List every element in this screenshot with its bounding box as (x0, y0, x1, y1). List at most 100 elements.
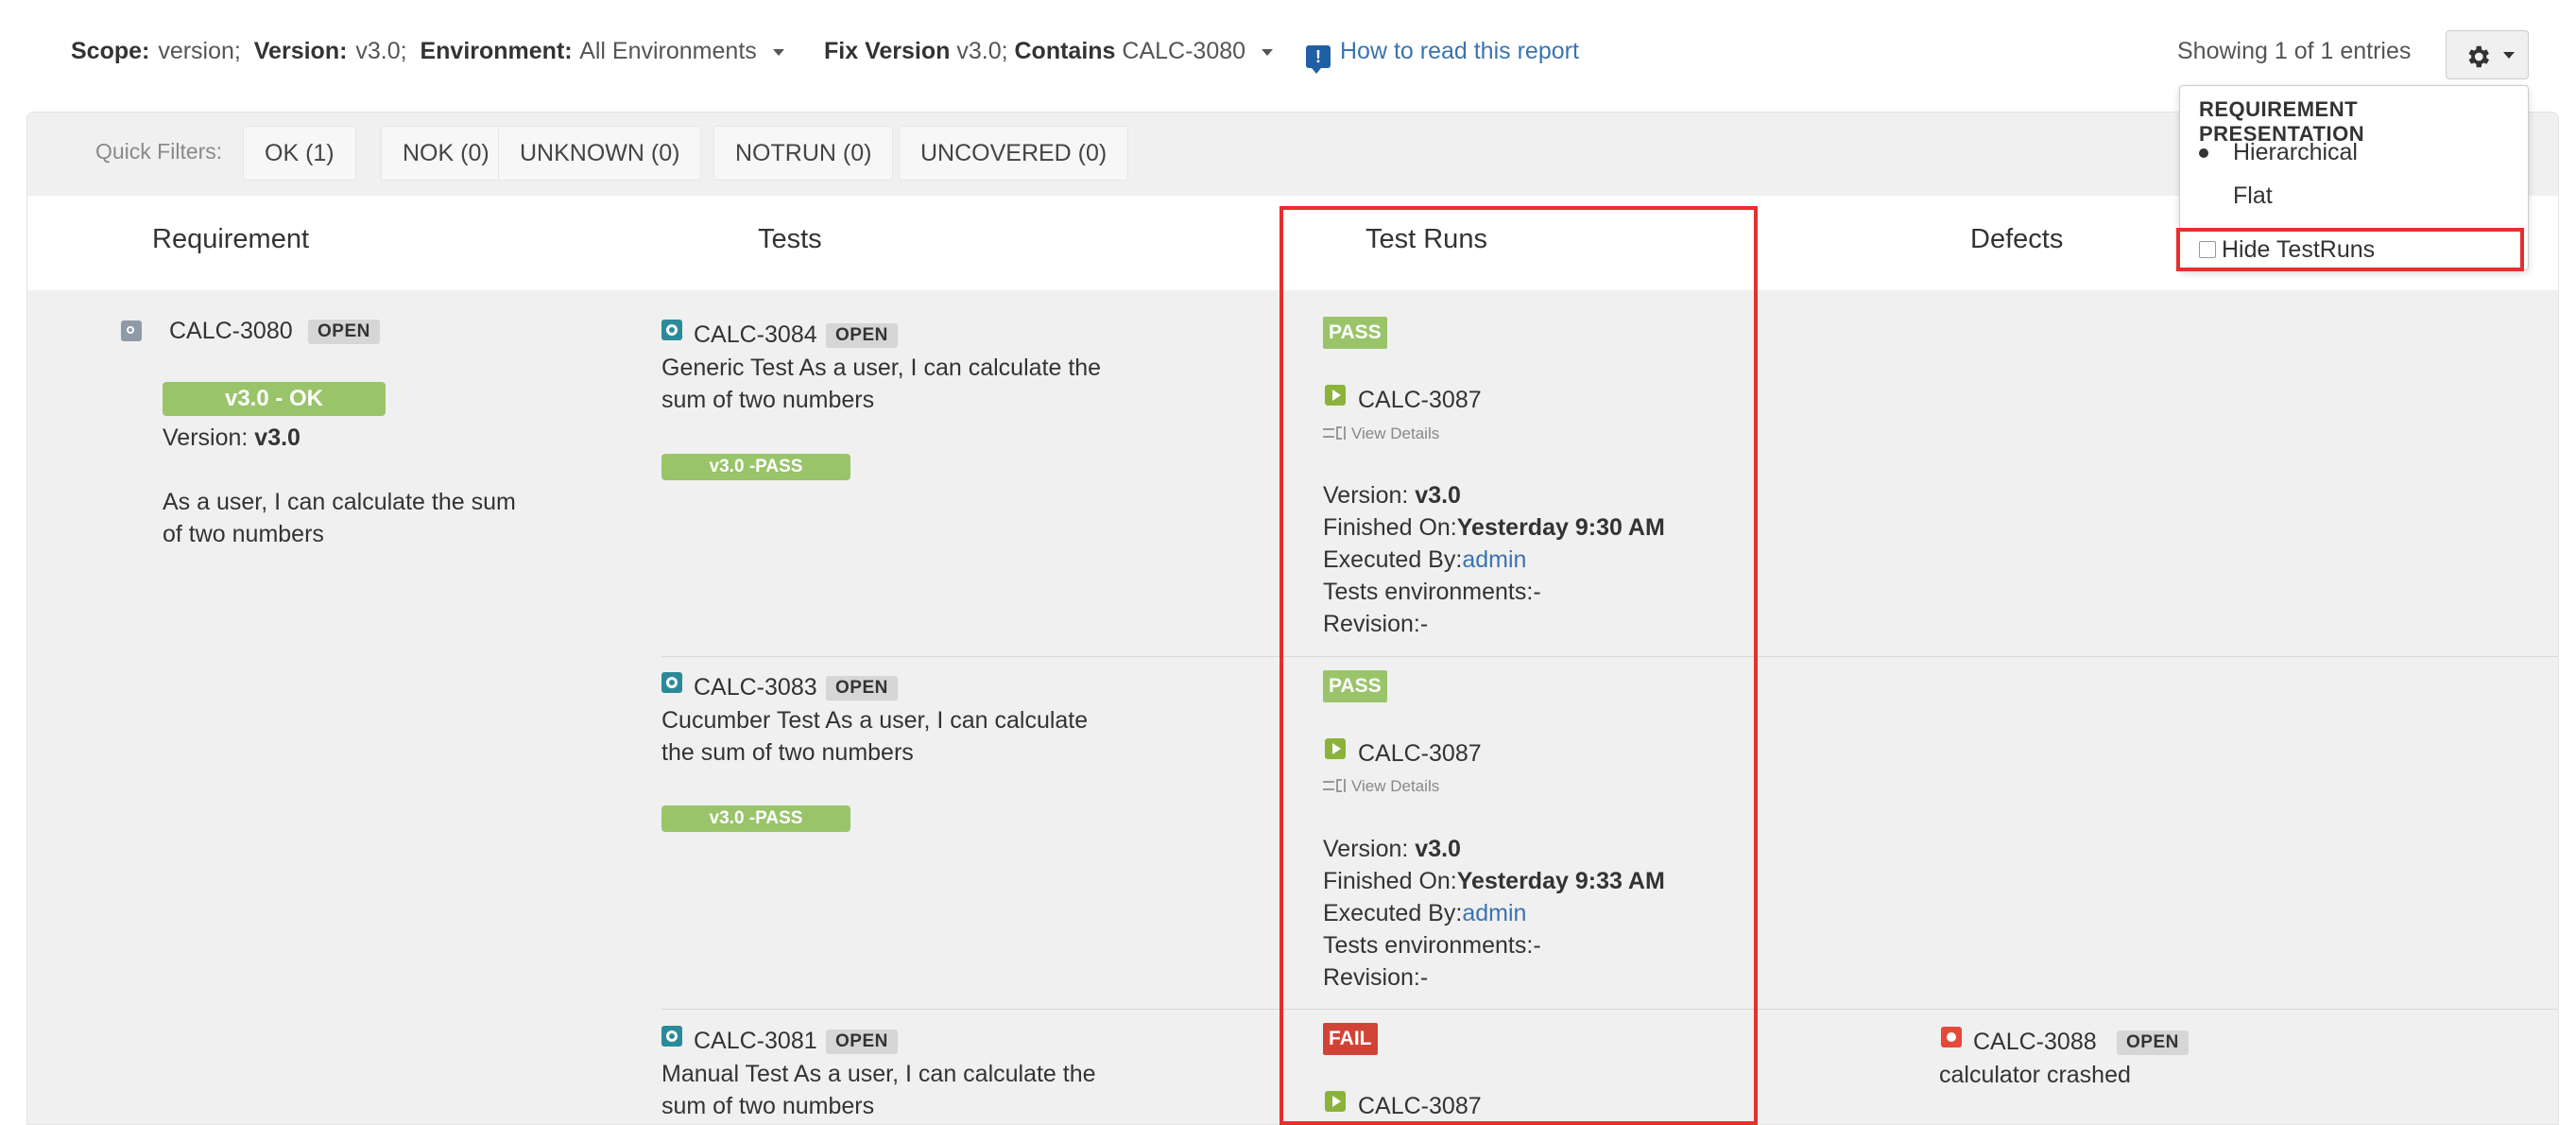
requirement-version: Version: v3.0 (163, 422, 301, 454)
run-result-pass-badge: PASS (1323, 317, 1387, 349)
quick-filter-notrun[interactable]: NOTRUN (0) (713, 126, 894, 181)
run-environments: Tests environments:- (1323, 932, 1541, 959)
test-key-link[interactable]: CALC-3084 (694, 319, 817, 351)
quick-filters-label: Quick Filters: (95, 139, 223, 164)
test-status-pass-badge: v3.0 -PASS (661, 454, 850, 480)
details-icon (1323, 426, 1346, 440)
run-executed-by: Executed By:admin (1323, 897, 1526, 929)
settings-button[interactable] (2446, 30, 2529, 79)
test-icon (661, 320, 682, 340)
hide-testruns-checkbox[interactable] (2199, 241, 2216, 258)
requirement-key-link[interactable]: CALC-3080 (169, 315, 293, 347)
test-summary-line1: Cucumber Test As a user, I can calculate (661, 707, 1089, 734)
test-run-icon (1325, 1091, 1346, 1112)
requirement-summary-line1: As a user, I can calculate the sum (163, 489, 516, 515)
settings-dropdown-menu: REQUIREMENT PRESENTATION Hierarchical Fl… (2176, 85, 2529, 271)
test-key-link[interactable]: CALC-3081 (694, 1025, 817, 1057)
row-divider (661, 656, 2558, 657)
selected-bullet-icon (2199, 148, 2208, 158)
requirement-version-value: v3.0 (254, 424, 301, 451)
version-value: v3.0; (355, 38, 407, 64)
run-revision: Revision:- (1323, 611, 1429, 637)
contains-label: Contains (1014, 38, 1116, 64)
run-executor-link[interactable]: admin (1462, 900, 1526, 926)
gear-icon (2468, 45, 2489, 68)
run-finished-value: Yesterday 9:30 AM (1456, 514, 1665, 541)
option-hierarchical[interactable]: Hierarchical (2199, 139, 2358, 166)
hide-testruns-option[interactable]: Hide TestRuns (2176, 228, 2524, 271)
how-to-read-link[interactable]: ! How to read this report (1306, 38, 1579, 74)
quick-filter-ok[interactable]: OK (1) (243, 126, 356, 181)
column-header-requirement: Requirement (152, 224, 310, 254)
requirement-coverage-badge: v3.0 - OK (163, 382, 386, 416)
fix-version-value: v3.0; (956, 38, 1008, 64)
run-finished: Finished On:Yesterday 9:33 AM (1323, 865, 1665, 897)
entries-count: Showing 1 of 1 entries (2177, 38, 2412, 64)
test-summary-line2: sum of two numbers (661, 387, 875, 413)
test-summary-line1: Generic Test As a user, I can calculate … (661, 355, 1102, 381)
bug-icon (1941, 1027, 1962, 1047)
option-flat-label: Flat (2233, 182, 2273, 209)
view-details-text: View Details (1351, 424, 1440, 442)
view-details-text: View Details (1351, 777, 1440, 795)
defect-summary: calculator crashed (1939, 1062, 2131, 1088)
run-version: Version: v3.0 (1323, 833, 1461, 865)
test-run-key-link[interactable]: CALC-3087 (1358, 384, 1482, 416)
info-comment-icon: ! (1306, 45, 1331, 74)
quick-filter-nok[interactable]: NOK (0) (381, 126, 511, 181)
environment-label: Environment: (420, 38, 573, 64)
option-flat[interactable]: Flat (2233, 182, 2273, 210)
requirement-status-badge: OPEN (308, 320, 380, 344)
requirement-version-label: Version: (163, 424, 249, 451)
run-revision: Revision:- (1323, 964, 1429, 991)
report-header: Scope: version; Version: v3.0; Environme… (0, 28, 2576, 81)
run-environments: Tests environments:- (1323, 579, 1541, 605)
version-label: Version: (253, 38, 348, 64)
quick-filter-unknown[interactable]: UNKNOWN (0) (498, 126, 702, 181)
test-run-key-link[interactable]: CALC-3087 (1358, 737, 1482, 770)
test-icon (661, 672, 682, 693)
run-finished-label: Finished On: (1323, 514, 1457, 541)
test-status-badge: OPEN (826, 676, 898, 701)
run-finished-value: Yesterday 9:33 AM (1456, 868, 1665, 894)
requirement-summary-line2: of two numbers (163, 521, 324, 547)
test-run-key-link[interactable]: CALC-3087 (1358, 1090, 1482, 1122)
run-result-fail-badge: FAIL (1323, 1023, 1378, 1055)
hide-testruns-label: Hide TestRuns (2222, 236, 2376, 263)
run-version-label: Version: (1323, 482, 1409, 509)
view-details-link[interactable]: View Details (1323, 424, 1439, 443)
run-finished: Finished On:Yesterday 9:30 AM (1323, 511, 1665, 544)
column-header-test-runs: Test Runs (1365, 224, 1487, 254)
fix-version-label: Fix Version (824, 38, 951, 64)
defect-key-link[interactable]: CALC-3088 (1973, 1026, 2097, 1058)
run-finished-label: Finished On: (1323, 868, 1457, 894)
test-summary-line2: sum of two numbers (661, 1093, 875, 1119)
how-to-read-text[interactable]: How to read this report (1340, 38, 1579, 64)
column-header-tests: Tests (758, 224, 822, 254)
defect-status-badge: OPEN (2117, 1030, 2189, 1055)
run-version-value: v3.0 (1415, 836, 1461, 862)
column-header-defects: Defects (1970, 224, 2064, 254)
view-details-link[interactable]: View Details (1323, 777, 1439, 796)
run-executed-label: Executed By: (1323, 900, 1463, 926)
fix-version-filter[interactable]: Fix Version v3.0; Contains CALC-3080 (824, 38, 1273, 65)
test-run-icon (1325, 385, 1346, 406)
scope-filter[interactable]: Scope: version; Version: v3.0; Environme… (71, 38, 784, 65)
requirement-icon (121, 320, 142, 341)
chevron-down-icon[interactable] (1262, 48, 1273, 56)
run-result-pass-badge: PASS (1323, 670, 1387, 702)
run-version-value: v3.0 (1415, 482, 1461, 509)
run-executed-label: Executed By: (1323, 546, 1463, 573)
row-divider (661, 1009, 2558, 1010)
quick-filter-uncovered[interactable]: UNCOVERED (0) (899, 126, 1129, 181)
environment-value: All Environments (579, 38, 757, 64)
run-executor-link[interactable]: admin (1462, 546, 1526, 573)
test-summary-line1: Manual Test As a user, I can calculate t… (661, 1061, 1096, 1087)
chevron-down-icon[interactable] (772, 48, 784, 56)
scope-label: Scope: (71, 38, 150, 64)
test-run-icon (1325, 738, 1346, 759)
chevron-down-icon (2503, 52, 2515, 59)
test-status-pass-badge: v3.0 -PASS (661, 805, 850, 832)
test-key-link[interactable]: CALC-3083 (694, 671, 817, 703)
test-status-badge: OPEN (826, 323, 898, 348)
